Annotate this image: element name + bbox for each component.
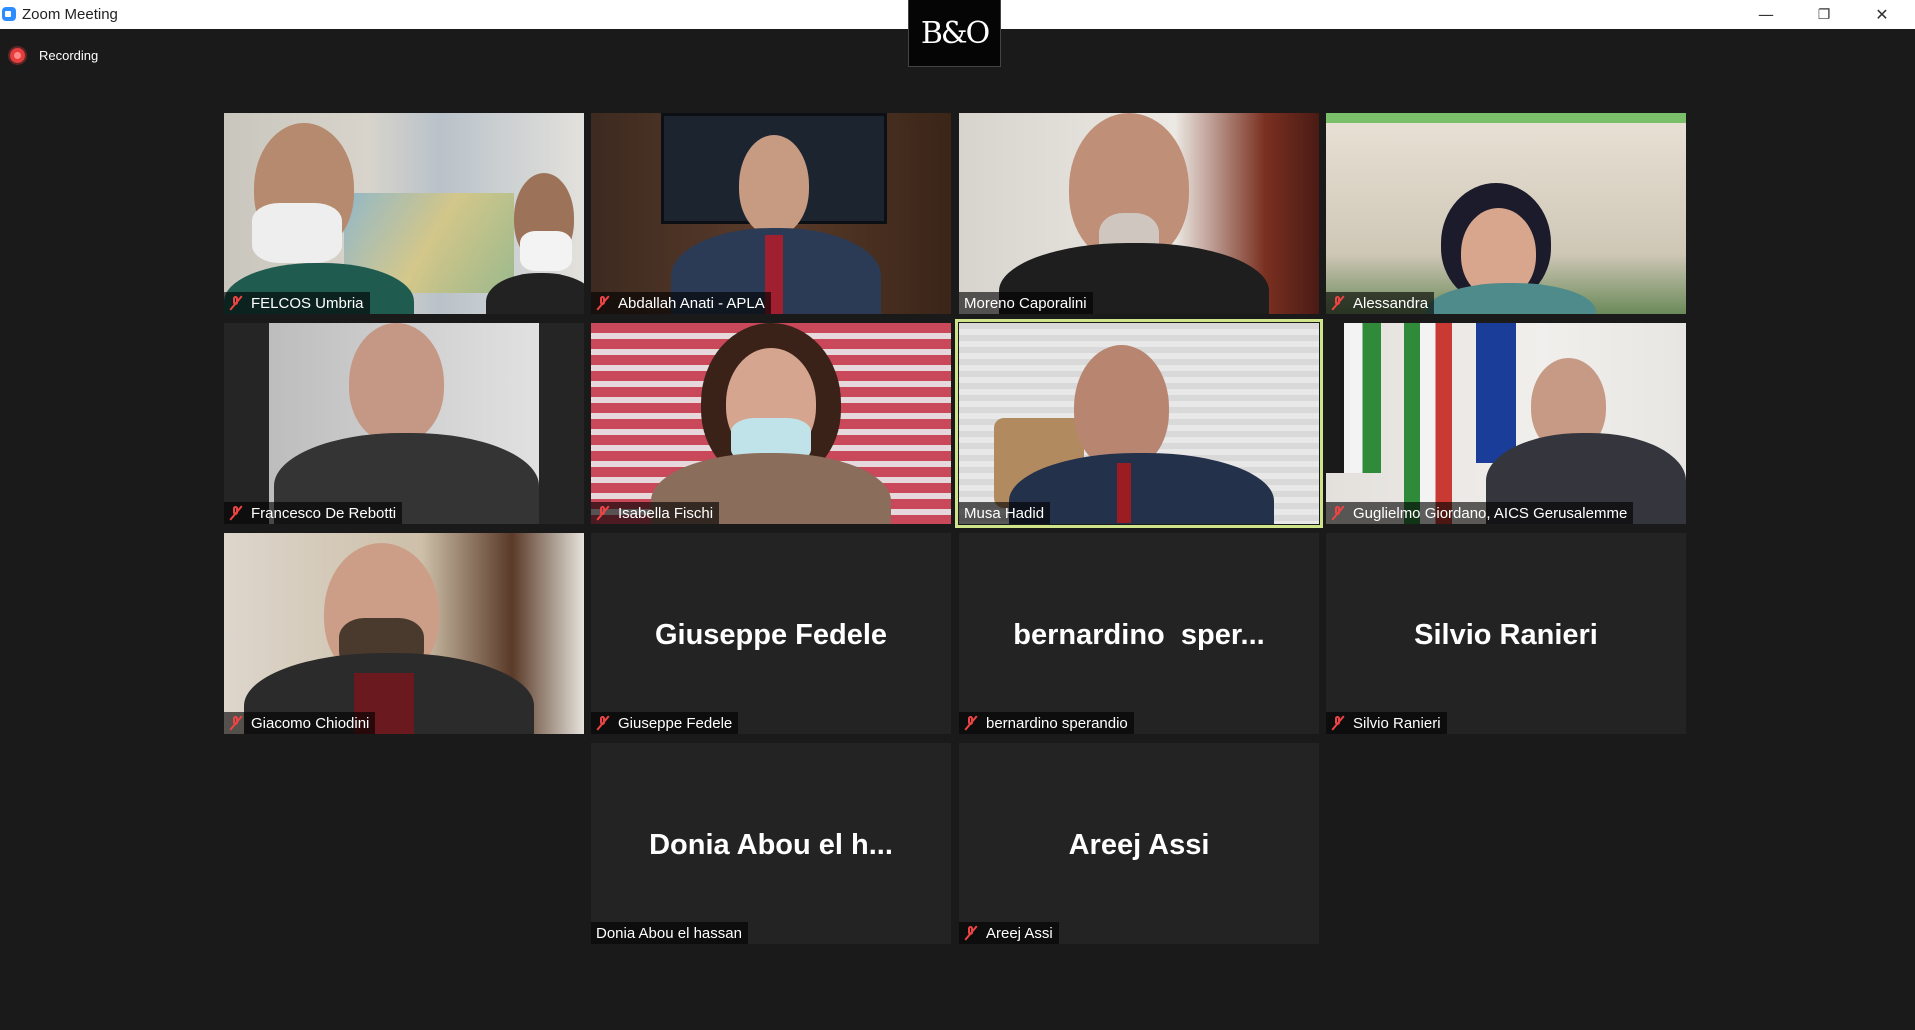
mic-muted-icon	[229, 505, 243, 521]
mic-muted-icon	[229, 715, 243, 731]
zoom-app-icon	[2, 7, 16, 21]
participant-video	[224, 113, 584, 314]
participant-video	[591, 113, 951, 314]
bang-olufsen-logo: B&O	[908, 0, 1001, 67]
participant-name-label: Moreno Caporalini	[959, 292, 1093, 314]
participant-display-name: Giuseppe Fedele	[654, 619, 888, 651]
mic-muted-icon	[596, 505, 610, 521]
participant-video	[591, 323, 951, 524]
participant-tile[interactable]: Giuseppe Fedele Giuseppe Fedele	[591, 533, 951, 734]
participant-tile[interactable]: Abdallah Anati - APLA	[591, 113, 951, 314]
participant-tile[interactable]: Donia Abou el h... Donia Abou el hassan	[591, 743, 951, 944]
participant-name-label: Areej Assi	[959, 922, 1059, 944]
mic-muted-icon	[229, 295, 243, 311]
mic-muted-icon	[1331, 505, 1345, 521]
participant-tile[interactable]: bernardino sper... bernardino sperandio	[959, 533, 1319, 734]
participant-name-label: Giuseppe Fedele	[591, 712, 739, 734]
participant-tile[interactable]: Silvio Ranieri Silvio Ranieri	[1326, 533, 1686, 734]
mic-muted-icon	[1331, 715, 1345, 731]
mic-muted-icon	[964, 715, 978, 731]
participant-tile[interactable]: Moreno Caporalini	[959, 113, 1319, 314]
recording-indicator[interactable]: Recording	[10, 46, 98, 64]
participant-video	[224, 533, 584, 734]
participant-name-label: Donia Abou el hassan	[591, 922, 748, 944]
recording-icon	[10, 47, 25, 63]
participant-tile[interactable]: Guglielmo Giordano, AICS Gerusalemme	[1326, 323, 1686, 524]
participant-tile[interactable]: Areej Assi Areej Assi	[959, 743, 1319, 944]
participant-name-label: FELCOS Umbria	[224, 292, 370, 314]
participant-display-name: Donia Abou el h...	[649, 829, 893, 861]
participant-name-label: bernardino sperandio	[959, 712, 1134, 734]
mic-muted-icon	[596, 715, 610, 731]
participant-name-label: Silvio Ranieri	[1326, 712, 1447, 734]
participant-name-label: Giacomo Chiodini	[224, 712, 376, 734]
participant-tile-active-speaker[interactable]: Musa Hadid	[955, 319, 1323, 528]
participant-video	[224, 323, 584, 524]
window-title: Zoom Meeting	[22, 6, 118, 23]
participant-video	[959, 323, 1319, 524]
participant-display-name: Silvio Ranieri	[1414, 619, 1598, 651]
participant-name-label: Alessandra	[1326, 292, 1435, 314]
participant-video	[1326, 323, 1686, 524]
participant-tile[interactable]: Alessandra	[1326, 113, 1686, 314]
participant-name-label: Guglielmo Giordano, AICS Gerusalemme	[1326, 502, 1634, 524]
mic-muted-icon	[1331, 295, 1345, 311]
participant-name-label: Francesco De Rebotti	[224, 502, 403, 524]
participant-tile[interactable]: Giacomo Chiodini	[224, 533, 584, 734]
participant-display-name: bernardino sper...	[1013, 619, 1265, 651]
participant-tile[interactable]: Francesco De Rebotti	[224, 323, 584, 524]
recording-label: Recording	[39, 47, 99, 63]
participant-tile[interactable]: FELCOS Umbria	[224, 113, 584, 314]
participant-tile[interactable]: Isabella Fischi	[591, 323, 951, 524]
close-button[interactable]: ✕	[1853, 0, 1911, 29]
minimize-button[interactable]: —	[1737, 0, 1795, 29]
mic-muted-icon	[964, 925, 978, 941]
participant-name-label: Musa Hadid	[959, 502, 1051, 524]
participant-name-label: Isabella Fischi	[591, 502, 720, 524]
participant-video	[1326, 113, 1686, 314]
mic-muted-icon	[596, 295, 610, 311]
participant-name-label: Abdallah Anati - APLA	[591, 292, 771, 314]
participant-display-name: Areej Assi	[1068, 829, 1210, 861]
participant-video	[959, 113, 1319, 314]
restore-button[interactable]: ❐	[1795, 0, 1853, 29]
